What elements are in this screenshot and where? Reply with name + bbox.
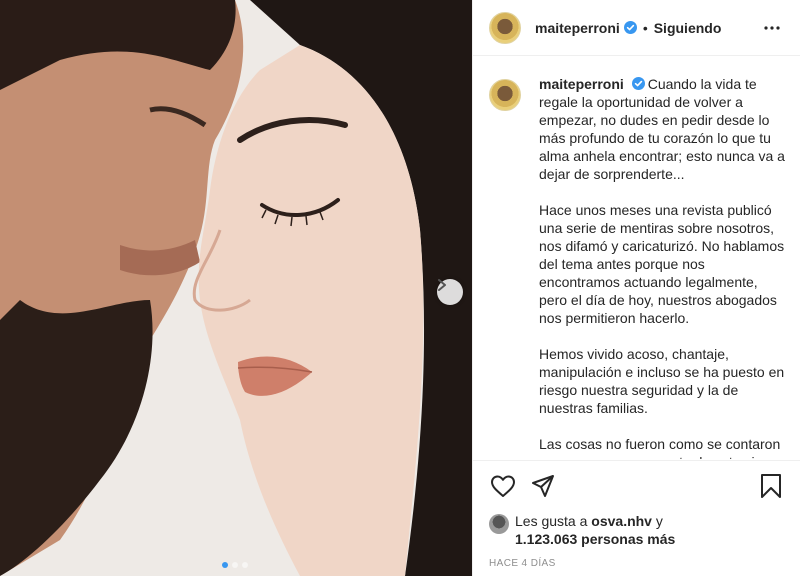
post-panel: maiteperroni • Siguiendo maiteperroni Cu…	[472, 0, 800, 576]
save-button[interactable]	[757, 472, 785, 500]
carousel-dot	[242, 562, 248, 568]
caption: maiteperroni Cuando la vida te regale la…	[489, 75, 785, 459]
caption-paragraph: Hace unos meses una revista publicó una …	[539, 202, 785, 326]
likes-count-link[interactable]: 1.123.063 personas más	[515, 531, 675, 547]
username-link[interactable]: maiteperroni	[535, 20, 620, 36]
bookmark-icon	[761, 473, 781, 498]
caption-paragraph: maiteperroni Cuando la vida te regale la…	[539, 75, 785, 183]
carousel-dot	[222, 562, 228, 568]
caption-paragraph: Hemos vivido acoso, chantaje, manipulaci…	[539, 346, 785, 416]
comments-area[interactable]: maiteperroni Cuando la vida te regale la…	[473, 57, 800, 459]
liker-avatar[interactable]	[489, 514, 509, 534]
like-button[interactable]	[489, 472, 517, 500]
verified-badge-icon	[623, 21, 637, 34]
post-image[interactable]	[0, 0, 472, 576]
likes-prefix: Les gusta a	[515, 513, 588, 529]
separator-dot: •	[642, 19, 648, 36]
following-button[interactable]: Siguiendo	[654, 20, 722, 36]
couple-photo	[0, 0, 472, 576]
avatar[interactable]	[489, 11, 521, 44]
verified-badge-icon	[631, 77, 645, 90]
carousel-indicator	[222, 562, 248, 568]
heart-icon	[491, 475, 515, 497]
chevron-right-icon	[438, 279, 446, 291]
more-options-icon	[764, 25, 780, 30]
action-bar	[473, 460, 800, 510]
likes-text: Les gusta a osva.nhv y 1.123.063 persona…	[515, 512, 675, 548]
post-timestamp[interactable]: HACE 4 DÍAS	[489, 558, 556, 569]
more-options-button[interactable]	[760, 16, 784, 40]
carousel-next-button[interactable]	[437, 279, 463, 305]
post-header: maiteperroni • Siguiendo	[473, 0, 800, 56]
liked-by-user-link[interactable]: osva.nhv	[591, 513, 652, 529]
likes-conjunction: y	[655, 513, 663, 529]
caption-text: maiteperroni Cuando la vida te regale la…	[539, 75, 785, 459]
share-button[interactable]	[529, 472, 557, 500]
caption-avatar[interactable]	[489, 79, 521, 111]
likes-summary: Les gusta a osva.nhv y 1.123.063 persona…	[489, 512, 789, 548]
caption-username-link[interactable]: maiteperroni	[539, 76, 624, 92]
carousel-dot	[232, 562, 238, 568]
caption-paragraph: Las cosas no fueron como se contaron y n…	[539, 436, 781, 459]
paper-plane-icon	[532, 474, 554, 497]
